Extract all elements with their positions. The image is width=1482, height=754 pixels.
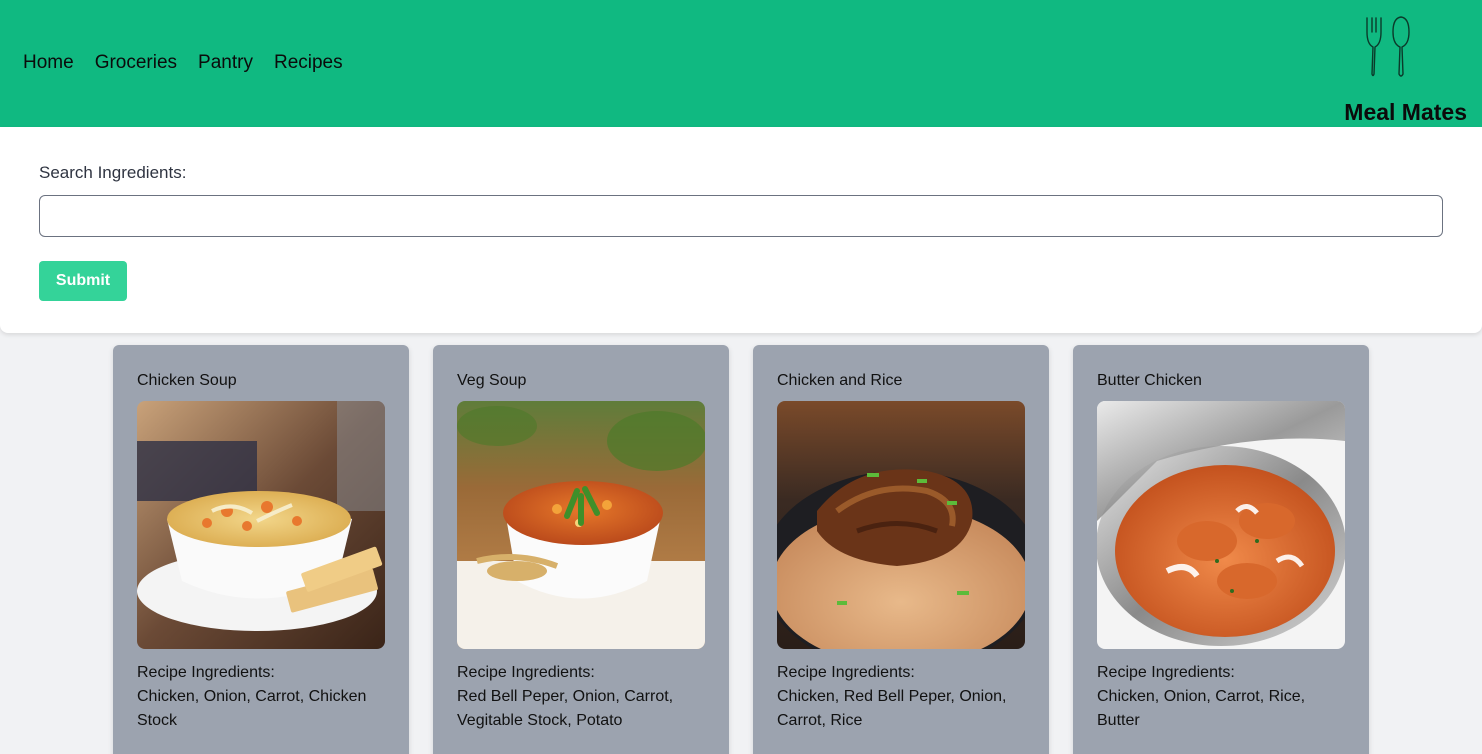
recipe-title: Chicken Soup	[137, 372, 237, 389]
ingredients-label: Recipe Ingredients:	[1097, 664, 1235, 681]
nav-link-groceries[interactable]: Groceries	[95, 51, 177, 75]
recipe-title: Chicken and Rice	[777, 372, 903, 389]
chicken-and-rice-photo	[777, 401, 1025, 649]
nav-link-pantry[interactable]: Pantry	[198, 51, 253, 75]
search-input[interactable]	[39, 195, 1443, 237]
ingredients-list: Chicken, Onion, Carrot, Chicken Stock	[137, 688, 367, 729]
ingredients-list: Red Bell Peper, Onion, Carrot, Vegitable…	[457, 688, 674, 729]
recipe-card[interactable]: Veg Soup Recipe Ingredients: Red Bell Pe	[433, 345, 729, 754]
nav-link-recipes[interactable]: Recipes	[274, 51, 343, 75]
recipe-title: Veg Soup	[457, 372, 527, 389]
recipe-ingredients: Recipe Ingredients: Chicken, Onion, Carr…	[1097, 661, 1345, 733]
ingredients-label: Recipe Ingredients:	[457, 664, 595, 681]
navbar: Home Groceries Pantry Recipes Meal Mates	[0, 0, 1482, 127]
recipe-ingredients: Recipe Ingredients: Red Bell Peper, Onio…	[457, 661, 705, 733]
chicken-soup-photo	[137, 401, 385, 649]
search-panel: Search Ingredients: Submit	[0, 127, 1482, 333]
nav-link-home[interactable]: Home	[23, 51, 74, 75]
recipe-card[interactable]: Chicken and Rice Recipe Ingredients: Chi…	[753, 345, 1049, 754]
search-label: Search Ingredients:	[39, 163, 187, 182]
brand-name: Meal Mates	[1344, 99, 1467, 125]
recipe-card[interactable]: Butter Chicken Recipe Ingredients: Chick…	[1073, 345, 1369, 754]
recipe-ingredients: Recipe Ingredients: Chicken, Red Bell Pe…	[777, 661, 1025, 733]
fork-spoon-icon	[1366, 16, 1410, 77]
nav-links: Home Groceries Pantry Recipes	[23, 51, 343, 75]
recipe-card[interactable]: Chicken Soup Recipe Ingredients: Chicken…	[113, 345, 409, 754]
submit-button[interactable]: Submit	[39, 261, 127, 301]
ingredients-list: Chicken, Onion, Carrot, Rice, Butter	[1097, 688, 1306, 729]
veg-soup-photo	[457, 401, 705, 649]
butter-chicken-photo	[1097, 401, 1345, 649]
ingredients-label: Recipe Ingredients:	[777, 664, 915, 681]
ingredients-label: Recipe Ingredients:	[137, 664, 275, 681]
recipe-ingredients: Recipe Ingredients: Chicken, Onion, Carr…	[137, 661, 385, 733]
recipe-title: Butter Chicken	[1097, 372, 1202, 389]
ingredients-list: Chicken, Red Bell Peper, Onion, Carrot, …	[777, 688, 1007, 729]
